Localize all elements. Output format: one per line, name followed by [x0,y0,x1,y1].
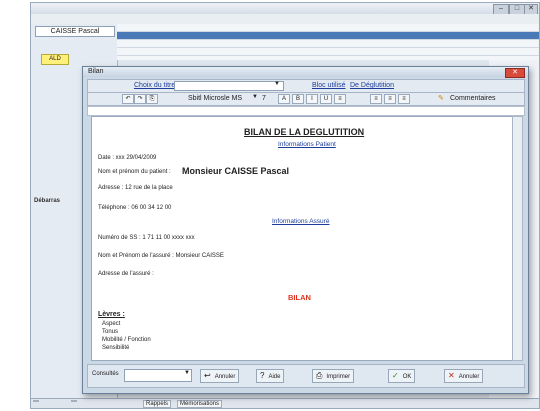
chevron-down-icon[interactable]: ▼ [252,94,258,100]
font-size[interactable]: 7 [262,95,266,102]
bold-icon[interactable]: B [292,94,304,104]
list-icon[interactable]: ≡ [334,94,346,104]
nom-patient-label: Nom et prénom du patient : [98,169,171,175]
taskbar: Rappels Mémorisations [31,398,539,408]
levres-item: Sensibilité [102,345,130,351]
redo-icon[interactable]: ↷ [134,94,146,104]
annuler-button-1[interactable]: ↩ Annuler [200,369,240,383]
document-area[interactable]: BILAN DE LA DEGLUTITION Informations Pat… [91,116,513,361]
annuler-label: Annuler [458,374,480,380]
dialog-title: Bilan [88,68,104,75]
app-titlebar: – □ ✕ [31,3,539,15]
imprimer-label: Imprimer [326,374,351,380]
dialog-close-button[interactable]: ✕ [505,68,525,78]
aide-label: Aide [268,374,281,380]
taskbar-item-memorisations[interactable]: Mémorisations [177,400,223,408]
app-menubar [31,14,539,24]
imprimer-button[interactable]: ⎙ Imprimer [312,369,355,383]
nom-assure-line: Nom et Prénom de l'assuré : Monsieur CAI… [98,253,224,259]
document-title: BILAN DE LA DEGLUTITION [244,127,365,137]
nom-patient-value: Monsieur CAISSE Pascal [182,166,290,176]
grid-row[interactable] [117,24,539,32]
copy-icon[interactable]: ⎘ [146,94,158,104]
grid-row[interactable] [117,40,539,48]
date-line: Date : xxx 29/04/2009 [98,155,157,161]
patient-name-field[interactable]: CAISSE Pascal [35,26,115,37]
numero-ss-line: Numéro de SS : 1 71 11 00 xxxx xxx [98,235,195,241]
comment-icon[interactable]: ✎ [438,94,444,102]
chevron-down-icon[interactable]: ▼ [184,370,190,376]
printer-icon: ⎙ [316,371,323,380]
ok-button[interactable]: ✓ OK [388,369,416,383]
ok-label: OK [402,374,412,380]
bilan-dialog: Bilan ✕ Choix du titre ▼ Bloc utilisé De… [82,66,529,394]
adresse-assure-line: Adresse de l'assuré : [98,271,154,277]
left-panel-section[interactable]: Débarras [34,198,60,204]
document-scrollbar[interactable] [512,116,523,361]
align-center-icon[interactable]: ≡ [384,94,396,104]
aide-button[interactable]: ? Aide [256,369,285,383]
levres-item: Tonus [102,329,119,335]
color-icon[interactable]: A [278,94,290,104]
cancel-icon: ✕ [448,371,455,380]
consultes-combo[interactable] [124,369,192,382]
levres-item: Mobilité / Fonction [102,337,151,343]
taskbar-item[interactable] [33,400,39,402]
align-left-icon[interactable]: ≡ [370,94,382,104]
dialog-titlebar: Bilan ✕ [83,67,528,78]
grid-row[interactable] [117,48,539,56]
underline-icon[interactable]: U [320,94,332,104]
levres-header: Lèvres : [98,311,125,318]
italic-icon[interactable]: I [306,94,318,104]
dialog-toolbar-top: Choix du titre ▼ Bloc utilisé De Dégluti… [87,79,525,93]
chevron-down-icon[interactable]: ▼ [274,81,280,87]
bloc-value[interactable]: De Déglutition [350,82,394,89]
commentaires-button[interactable]: Commentaires [450,95,496,102]
choix-du-titre-link[interactable]: Choix du titre [134,82,175,89]
font-name[interactable]: Sbitl Microsle MS [188,95,242,102]
consultes-label: Consultés [92,371,119,377]
telephone-line: Téléphone : 06 00 34 12 00 [98,205,172,211]
annuler-label: Annuler [214,374,236,380]
help-icon: ? [260,371,265,380]
dialog-button-bar: Consultés ▼ ↩ Annuler ? Aide ⎙ Imprimer ✓ OK… [87,364,525,388]
grid-row-selected[interactable] [117,32,539,40]
ald-note[interactable]: ALD [41,54,69,65]
ruler[interactable] [87,106,525,116]
info-assure-header: Informations Assuré [272,218,330,225]
dialog-toolbar-format: ↶ ↷ ⎘ Sbitl Microsle MS ▼ 7 A B I U ≡ ≡ … [87,92,525,106]
bloc-utilise-link[interactable]: Bloc utilisé [312,82,345,89]
bilan-header: BILAN [288,293,311,302]
align-right-icon[interactable]: ≡ [398,94,410,104]
annuler-button-2[interactable]: ✕ Annuler [444,369,484,383]
taskbar-item[interactable] [71,400,77,402]
background-grid [117,24,539,60]
undo-icon[interactable]: ↶ [122,94,134,104]
check-icon: ✓ [392,371,399,380]
taskbar-item-rappels[interactable]: Rappels [143,400,172,408]
adresse-line: Adresse : 12 rue de la place [98,185,173,191]
title-combo[interactable] [174,81,284,91]
levres-item: Aspect [102,321,121,327]
info-patient-header: Informations Patient [278,141,336,148]
undo-icon: ↩ [204,371,211,380]
